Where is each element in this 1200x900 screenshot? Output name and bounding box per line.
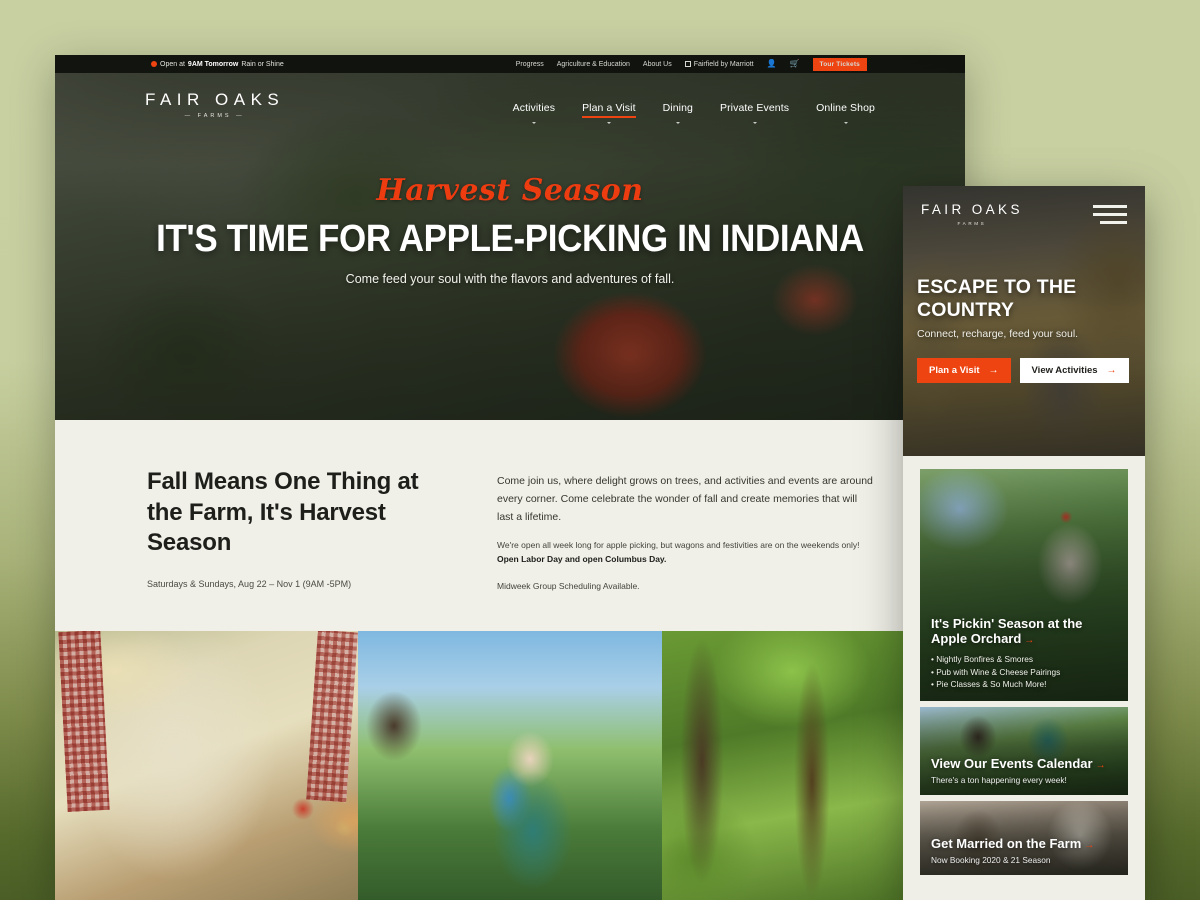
list-item: • Pie Classes & So Much More! — [931, 679, 1047, 690]
season-dates: Saturdays & Sundays, Aug 22 – Nov 1 (9AM… — [147, 579, 352, 590]
view-activities-button[interactable]: View Activities → — [1019, 357, 1129, 383]
primary-nav-links: Activities Plan a Visit Dining Private E… — [512, 91, 875, 124]
photo-orchard-visitors — [358, 630, 662, 900]
tour-tickets-button[interactable]: Tour Tickets — [812, 57, 867, 71]
mobile-site-logo[interactable]: FAIR OAKS FARMS — [921, 203, 1023, 226]
status-dot-icon — [151, 61, 157, 67]
nav-item-plan-a-visit[interactable]: Plan a Visit — [582, 102, 636, 124]
utility-link-agriculture-education[interactable]: Agriculture & Education — [557, 61, 630, 68]
nav-label: Activities — [512, 102, 556, 114]
chevron-down-icon — [531, 122, 536, 124]
nav-item-online-shop[interactable]: Online Shop — [816, 102, 875, 124]
utility-links: Progress Agriculture & Education About U… — [516, 57, 867, 71]
card-subtitle: There's a ton happening every week! — [931, 775, 1067, 785]
arrow-right-icon: → — [1095, 760, 1106, 772]
note-regular-text: We're open all week long for apple picki… — [497, 540, 860, 551]
hero-eyebrow: Harvest Season — [376, 173, 644, 208]
card-apple-orchard[interactable]: It's Pickin' Season at the Apple Orchard… — [920, 469, 1128, 701]
desktop-hero-section: Open at 9AM Tomorrow Rain or Shine Progr… — [55, 55, 965, 420]
person-icon[interactable]: 👤 — [767, 60, 777, 68]
note-bold-text: Open Labor Day and open Columbus Day. — [497, 553, 667, 564]
status-suffix: Rain or Shine — [241, 60, 284, 68]
photo-apple-basket — [55, 630, 359, 900]
hero-copy: Harvest Season IT'S TIME FOR APPLE-PICKI… — [55, 173, 965, 286]
card-content: View Our Events Calendar → There's a ton … — [931, 756, 1118, 785]
hamburger-menu-icon[interactable] — [1093, 203, 1127, 224]
cart-icon[interactable]: 🛒 — [790, 60, 800, 68]
intro-note: We're open all week long for apple picki… — [497, 539, 873, 567]
card-events-calendar[interactable]: View Our Events Calendar → There's a ton … — [920, 707, 1128, 795]
list-item: • Nightly Bonfires & Smores — [931, 654, 1034, 665]
chevron-down-icon — [606, 122, 611, 124]
logo-tagline: — FARMS — — [184, 113, 245, 119]
hours-status: Open at 9AM Tomorrow Rain or Shine — [151, 61, 284, 68]
hero-heading: IT'S TIME FOR APPLE-PICKING IN INDIANA — [156, 218, 864, 260]
card-title-text: It's Pickin' Season at the Apple Orchard — [931, 616, 1083, 647]
card-title: View Our Events Calendar → — [931, 756, 1118, 772]
status-prefix: Open at — [160, 60, 185, 68]
mobile-header: FAIR OAKS FARMS — [903, 186, 1145, 226]
mobile-cards-list: It's Pickin' Season at the Apple Orchard… — [903, 456, 1145, 875]
list-item: • Pub with Wine & Cheese Pairings — [931, 666, 1061, 677]
intro-section: Fall Means One Thing at the Farm, It's H… — [55, 420, 965, 631]
card-title-text: Get Married on the Farm — [931, 836, 1082, 852]
nav-label: Private Events — [719, 102, 790, 114]
mobile-logo-name: FAIR OAKS — [921, 202, 1023, 217]
mobile-hero-copy: ESCAPE TO THE COUNTRY Connect, recharge,… — [903, 276, 1145, 383]
chevron-down-icon — [752, 122, 757, 124]
mobile-site-mockup: FAIR OAKS FARMS ESCAPE TO THE COUNTRY Co… — [903, 186, 1145, 900]
card-weddings[interactable]: Get Married on the Farm → Now Booking 202… — [920, 801, 1128, 875]
chevron-down-icon — [675, 122, 680, 124]
card-title: It's Pickin' Season at the Apple Orchard… — [931, 616, 1118, 647]
photo-strip — [55, 630, 965, 900]
arrow-right-icon: → — [1106, 364, 1117, 376]
intro-right-column: Come join us, where delight grows on tre… — [497, 467, 873, 591]
chevron-down-icon — [843, 122, 848, 124]
utility-link-about-us[interactable]: About Us — [643, 61, 672, 68]
desktop-main-nav: FAIR OAKS — FARMS — Activities Plan a Vi… — [55, 73, 965, 124]
utility-top-bar: Open at 9AM Tomorrow Rain or Shine Progr… — [55, 55, 965, 73]
card-content: It's Pickin' Season at the Apple Orchard… — [931, 616, 1118, 691]
card-title-text: View Our Events Calendar — [931, 756, 1093, 772]
card-subtitle: Now Booking 2020 & 21 Season — [931, 855, 1051, 865]
arrow-right-icon: → — [988, 364, 999, 376]
utility-link-progress[interactable]: Progress — [516, 61, 544, 68]
button-label: View Activities — [1031, 364, 1098, 376]
mobile-logo-tagline: FARMS — [957, 220, 987, 226]
site-logo[interactable]: FAIR OAKS — FARMS — — [145, 91, 284, 119]
card-title: Get Married on the Farm → — [931, 836, 1118, 852]
nav-label: Dining — [662, 102, 693, 114]
intro-mini-note: Midweek Group Scheduling Available. — [497, 580, 640, 591]
hero-subheading: Come feed your soul with the flavors and… — [345, 272, 675, 286]
nav-item-dining[interactable]: Dining — [662, 102, 693, 124]
mobile-hero-subheading: Connect, recharge, feed your soul. — [917, 327, 1079, 340]
partner-label: Fairfield by Marriott — [693, 60, 754, 68]
desktop-site-mockup: Open at 9AM Tomorrow Rain or Shine Progr… — [55, 55, 965, 900]
nav-item-private-events[interactable]: Private Events — [719, 102, 790, 124]
arrow-right-icon: → — [1024, 635, 1035, 647]
utility-link-fairfield-marriott[interactable]: Fairfield by Marriott — [684, 60, 754, 68]
plan-a-visit-button[interactable]: Plan a Visit → — [917, 357, 1011, 383]
arrow-right-icon: → — [1084, 840, 1095, 852]
card-bullet-list: • Nightly Bonfires & Smores • Pub with W… — [931, 653, 1118, 691]
logo-name: FAIR OAKS — [145, 90, 285, 109]
nav-label: Plan a Visit — [582, 102, 636, 114]
button-label: Plan a Visit — [929, 364, 980, 376]
status-bold: 9AM Tomorrow — [187, 60, 239, 68]
section-heading: Fall Means One Thing at the Farm, It's H… — [147, 468, 419, 557]
card-content: Get Married on the Farm → Now Booking 202… — [931, 836, 1118, 865]
intro-lead-paragraph: Come join us, where delight grows on tre… — [497, 475, 873, 524]
hotel-icon — [684, 60, 691, 67]
nav-label: Online Shop — [816, 102, 875, 114]
intro-left-column: Fall Means One Thing at the Farm, It's H… — [147, 467, 447, 591]
mobile-hero-buttons: Plan a Visit → View Activities → — [917, 357, 1131, 383]
mobile-hero-heading: ESCAPE TO THE COUNTRY — [917, 275, 1077, 321]
nav-item-activities[interactable]: Activities — [512, 102, 556, 124]
